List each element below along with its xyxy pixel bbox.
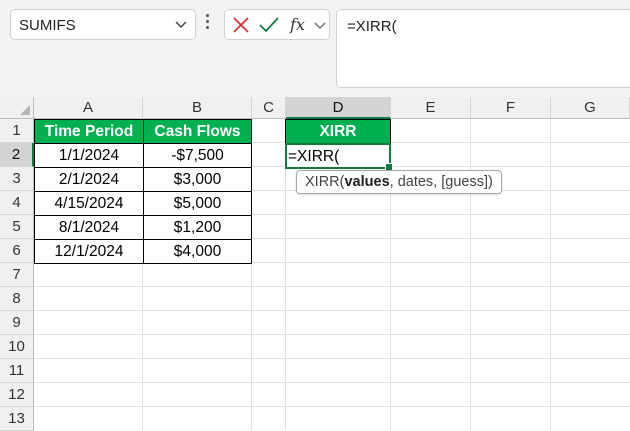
row-header-9[interactable]: 9 <box>0 311 34 335</box>
formula-controls: fx <box>224 9 330 40</box>
header-cell-xirr[interactable]: XIRR <box>285 119 391 144</box>
date-cell[interactable]: 8/1/2024 <box>34 215 144 240</box>
formula-text: =XIRR( <box>347 18 397 35</box>
date-cell[interactable]: 4/15/2024 <box>34 191 144 216</box>
gridline <box>34 358 630 359</box>
formula-input[interactable]: =XIRR( <box>336 9 630 88</box>
header-cell-cash-flows[interactable]: Cash Flows <box>143 119 252 144</box>
column-header-b[interactable]: B <box>143 97 252 119</box>
chevron-down-icon[interactable] <box>173 15 189 33</box>
cash-flow-cell[interactable]: $1,200 <box>143 215 252 240</box>
column-header-f[interactable]: F <box>471 97 551 119</box>
column-header-a[interactable]: A <box>34 97 143 119</box>
enter-icon[interactable] <box>258 15 280 35</box>
date-cell[interactable]: 12/1/2024 <box>34 239 144 264</box>
column-header-e[interactable]: E <box>391 97 471 119</box>
name-box[interactable]: SUMIFS <box>10 9 196 40</box>
row-header-1[interactable]: 1 <box>0 119 34 143</box>
cash-flow-cell[interactable]: $5,000 <box>143 191 252 216</box>
cash-flow-cell[interactable]: $4,000 <box>143 239 252 264</box>
active-cell-value: =XIRR( <box>288 148 340 165</box>
date-cell[interactable]: 2/1/2024 <box>34 167 144 192</box>
header-cell-time-period[interactable]: Time Period <box>34 119 144 144</box>
row-header-2[interactable]: 2 <box>0 143 34 167</box>
row-header-12[interactable]: 12 <box>0 383 34 407</box>
cancel-icon[interactable] <box>231 15 251 35</box>
column-header-c[interactable]: C <box>252 97 286 119</box>
cash-flow-cell[interactable]: $3,000 <box>143 167 252 192</box>
row-header-11[interactable]: 11 <box>0 359 34 383</box>
column-header-g[interactable]: G <box>551 97 630 119</box>
row-header-13[interactable]: 13 <box>0 407 34 431</box>
row-header-4[interactable]: 4 <box>0 191 34 215</box>
row-header-3[interactable]: 3 <box>0 167 34 191</box>
row-header-8[interactable]: 8 <box>0 287 34 311</box>
tooltip-remaining-arguments: , dates, [guess]) <box>389 174 493 190</box>
insert-function-icon[interactable]: fx <box>289 15 311 35</box>
select-all-corner[interactable] <box>0 97 34 119</box>
row-header-7[interactable]: 7 <box>0 263 34 287</box>
gridline <box>470 119 471 430</box>
cash-flow-cell[interactable]: -$7,500 <box>143 143 252 168</box>
gridline <box>550 119 551 430</box>
active-cell[interactable]: =XIRR( <box>285 143 393 171</box>
chevron-down-icon[interactable] <box>313 15 327 35</box>
svg-text:fx: fx <box>289 15 305 34</box>
column-header-d[interactable]: D <box>286 97 391 119</box>
function-tooltip[interactable]: XIRR(values, dates, [guess]) <box>296 170 502 194</box>
name-box-value: SUMIFS <box>19 17 76 34</box>
gridline <box>34 286 630 287</box>
gridline <box>34 310 630 311</box>
more-options-icon[interactable] <box>206 14 210 32</box>
tooltip-function-name: XIRR( <box>305 174 345 190</box>
row-header-5[interactable]: 5 <box>0 215 34 239</box>
tooltip-current-argument: values <box>344 174 390 190</box>
gridline <box>34 406 630 407</box>
row-header-6[interactable]: 6 <box>0 239 34 263</box>
row-header-10[interactable]: 10 <box>0 335 34 359</box>
date-cell[interactable]: 1/1/2024 <box>34 143 144 168</box>
gridline <box>34 382 630 383</box>
gridline <box>34 334 630 335</box>
